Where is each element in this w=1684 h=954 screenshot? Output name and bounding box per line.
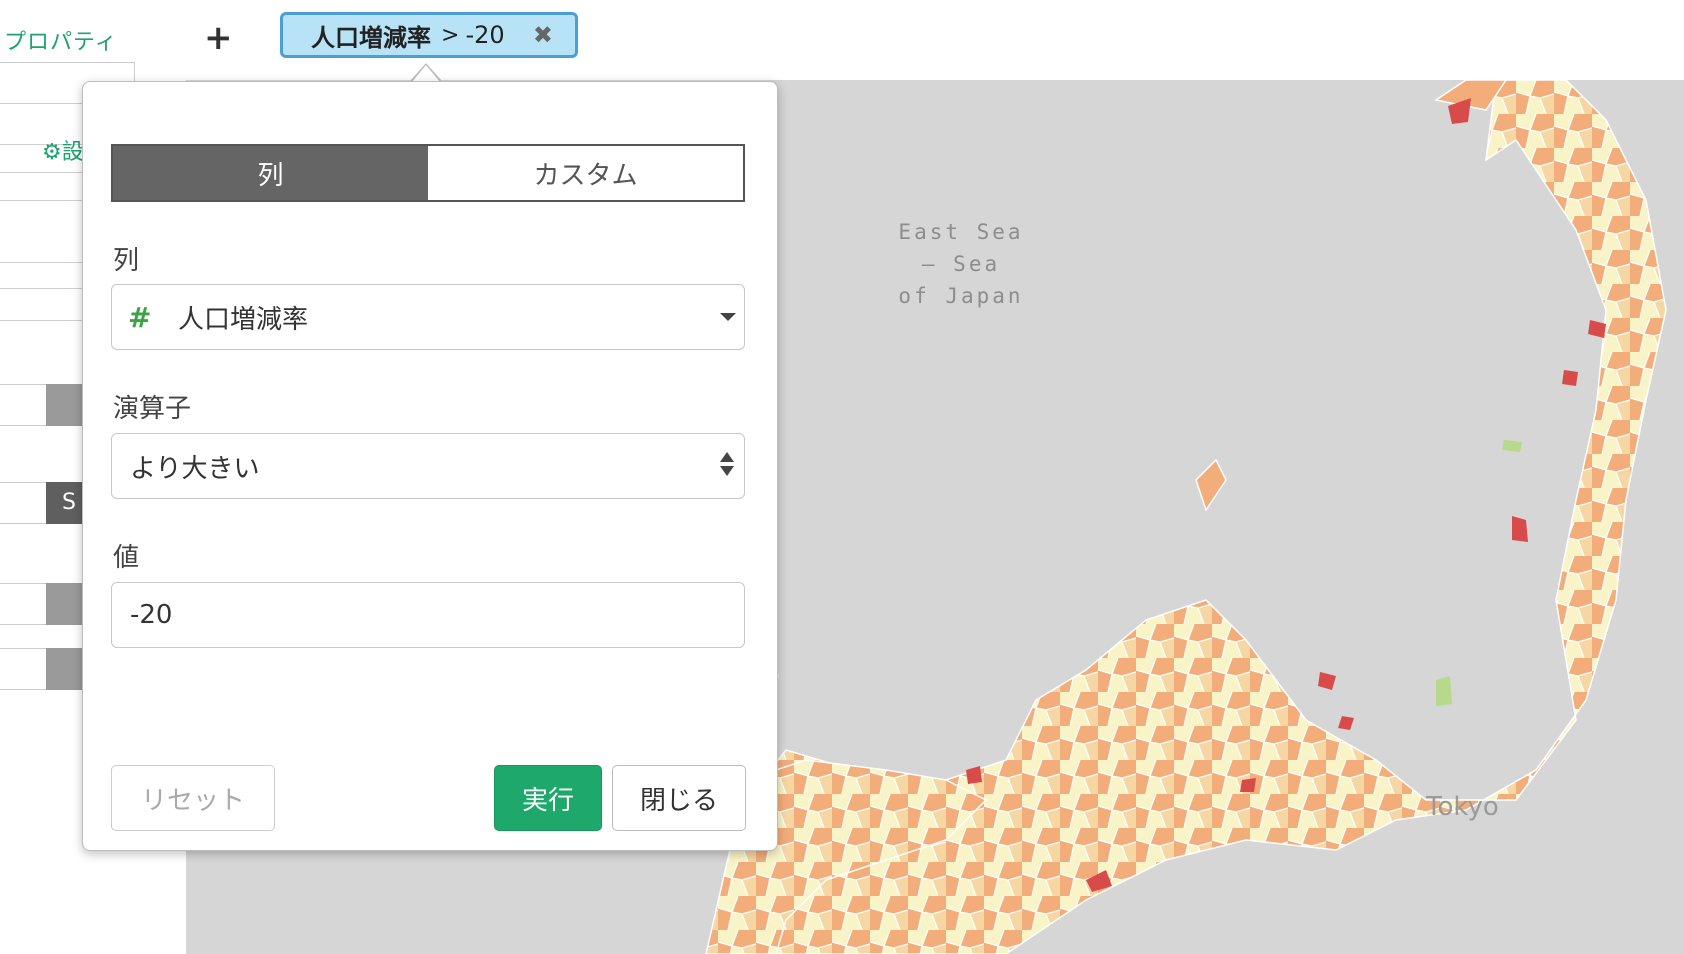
- add-filter-button[interactable]: +: [204, 18, 233, 58]
- high-decline-region: [966, 766, 982, 784]
- filter-chip[interactable]: 人口増減率 > -20 ✖: [280, 12, 578, 58]
- operator-select-value: より大きい: [130, 453, 260, 484]
- operator-label: 演算子: [113, 394, 192, 424]
- properties-tab[interactable]: プロパティ: [4, 24, 118, 56]
- growth-region: [1436, 676, 1452, 706]
- column-label: 列: [113, 246, 140, 276]
- settings-link[interactable]: ⚙設: [42, 134, 84, 166]
- plus-icon: +: [204, 18, 233, 58]
- growth-region: [1502, 440, 1522, 452]
- value-label: 値: [113, 543, 140, 573]
- up-down-arrows-icon: [720, 450, 736, 480]
- high-decline-region: [1562, 370, 1578, 386]
- tab-column[interactable]: 列: [113, 146, 428, 200]
- filter-chip-value: -20: [465, 21, 505, 49]
- reset-button[interactable]: リセット: [111, 765, 275, 831]
- high-decline-region: [1318, 672, 1336, 690]
- column-select-value: 人口増減率: [178, 304, 309, 335]
- high-decline-region: [1338, 716, 1354, 730]
- close-button[interactable]: 閉じる: [612, 765, 746, 831]
- column-select[interactable]: # 人口増減率: [111, 284, 745, 350]
- popover-caret-inner: [412, 65, 440, 82]
- high-decline-region: [1240, 778, 1256, 792]
- filter-popover: 列 カスタム 列 # 人口増減率 演算子 より大きい 値 -20 リセット 実行…: [82, 81, 778, 851]
- filter-chip-column: 人口増減率: [311, 23, 431, 52]
- island-region: [1195, 458, 1227, 512]
- mode-segmented-control: 列 カスタム: [111, 144, 745, 202]
- run-button[interactable]: 実行: [494, 765, 602, 831]
- city-label: Tokyo: [1426, 792, 1499, 822]
- sea-label: East Sea — Sea of Japan: [898, 220, 1024, 308]
- top-bar: プロパティ + 人口増減率 > -20 ✖: [0, 0, 1684, 80]
- close-icon[interactable]: ✖: [533, 21, 553, 49]
- value-input-text: -20: [130, 600, 173, 630]
- operator-select[interactable]: より大きい: [111, 433, 745, 499]
- high-decline-region: [1512, 516, 1528, 542]
- chevron-down-icon: [720, 313, 736, 321]
- hash-icon: #: [128, 300, 152, 334]
- tab-custom[interactable]: カスタム: [428, 146, 743, 200]
- value-input[interactable]: -20: [111, 582, 745, 648]
- high-decline-region: [1588, 320, 1606, 338]
- gear-icon: ⚙: [42, 140, 62, 165]
- filter-chip-operator: >: [441, 22, 460, 48]
